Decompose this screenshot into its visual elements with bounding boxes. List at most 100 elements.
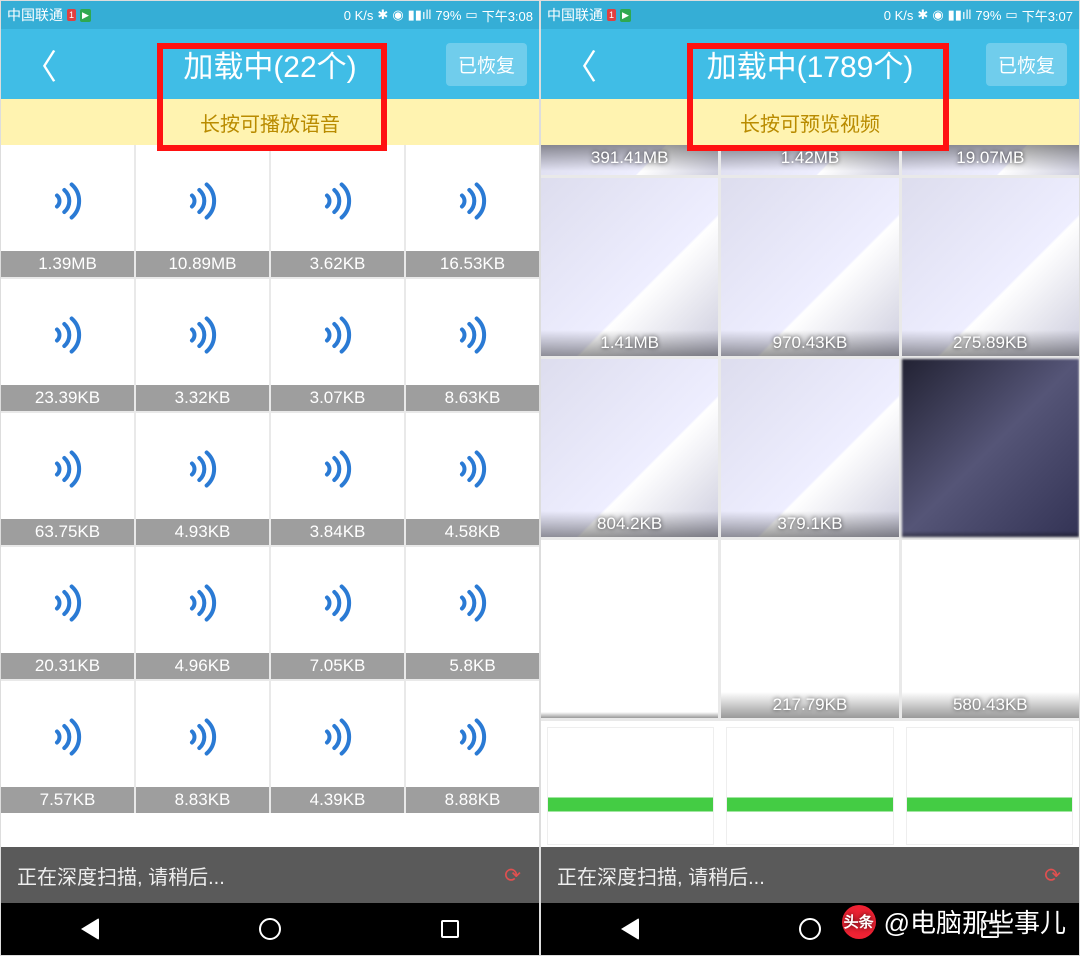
nav-home-icon[interactable] (259, 918, 281, 940)
audio-item[interactable]: 23.39KB (1, 279, 134, 411)
sound-wave-icon (181, 581, 225, 635)
audio-item[interactable]: 5.8KB (406, 547, 539, 679)
video-item[interactable]: 970.43KB (721, 178, 898, 356)
audio-size-label: 20.31KB (1, 653, 134, 679)
watermark-text: @电脑那些事儿 (884, 903, 1066, 940)
video-item[interactable]: 275.89KB (902, 178, 1079, 356)
audio-item[interactable]: 3.62KB (271, 145, 404, 277)
video-item[interactable]: 1.42MB (721, 145, 898, 175)
video-item[interactable] (902, 359, 1079, 537)
sound-wave-icon (316, 313, 360, 367)
video-item[interactable]: 217.79KB (721, 540, 898, 718)
video-size-label: 217.79KB (721, 692, 898, 718)
sound-wave-icon (316, 715, 360, 769)
audio-item[interactable]: 8.63KB (406, 279, 539, 411)
audio-item[interactable]: 7.57KB (1, 681, 134, 813)
wifi-icon: ◉ (932, 7, 943, 23)
video-item[interactable]: 391.41MB (541, 145, 718, 175)
phone-left: 中国联通 1 ▶ 0 K/s ✱ ◉ ▮▮ıll 79% ▭ 下午3:08 〈 … (0, 0, 540, 956)
audio-grid-area: 1.39MB10.89MB3.62KB16.53KB 23.39KB3.32KB3… (1, 145, 539, 847)
video-item[interactable] (541, 540, 718, 718)
sound-wave-icon (181, 313, 225, 367)
audio-size-label: 4.39KB (271, 787, 404, 813)
clock: 下午3:07 (1022, 6, 1073, 25)
audio-size-label: 1.39MB (1, 251, 134, 277)
sound-wave-icon (46, 313, 90, 367)
spinner-icon: ⟳ (1044, 863, 1061, 888)
page-title: 加载中(22个) (183, 42, 356, 86)
back-button[interactable]: 〈 (553, 34, 607, 95)
audio-size-label: 3.62KB (271, 251, 404, 277)
sound-wave-icon (181, 715, 225, 769)
audio-item[interactable]: 4.93KB (136, 413, 269, 545)
back-button[interactable]: 〈 (13, 34, 67, 95)
audio-size-label: 5.8KB (406, 653, 539, 679)
status-bar: 中国联通 1 ▶ 0 K/s ✱ ◉ ▮▮ıll 79% ▭ 下午3:08 (1, 1, 539, 29)
audio-item[interactable]: 3.32KB (136, 279, 269, 411)
video-thumb (906, 727, 1073, 845)
sound-wave-icon (46, 715, 90, 769)
audio-item[interactable]: 8.83KB (136, 681, 269, 813)
video-item[interactable]: 19.07MB (902, 145, 1079, 175)
sound-wave-icon (316, 581, 360, 635)
audio-size-label: 63.75KB (1, 519, 134, 545)
nav-back-icon[interactable] (621, 918, 639, 940)
audio-item[interactable]: 4.39KB (271, 681, 404, 813)
sim-badge-1: 1 (67, 9, 76, 21)
audio-size-label: 4.58KB (406, 519, 539, 545)
audio-item[interactable]: 7.05KB (271, 547, 404, 679)
audio-item[interactable]: 3.07KB (271, 279, 404, 411)
audio-item[interactable]: 1.39MB (1, 145, 134, 277)
nav-home-icon[interactable] (799, 918, 821, 940)
audio-item[interactable]: 16.53KB (406, 145, 539, 277)
audio-item[interactable]: 63.75KB (1, 413, 134, 545)
video-size-label (541, 712, 718, 718)
audio-size-label: 3.07KB (271, 385, 404, 411)
sound-wave-icon (46, 179, 90, 233)
video-thumb (547, 727, 714, 845)
title-bar: 〈 加载中(1789个) 已恢复 (541, 29, 1079, 99)
hint-text: 长按可播放语音 (200, 108, 340, 137)
wifi-icon: ◉ (392, 7, 403, 23)
audio-size-label: 8.88KB (406, 787, 539, 813)
restored-button[interactable]: 已恢复 (986, 43, 1067, 86)
video-item[interactable]: 1.41MB (541, 178, 718, 356)
video-item[interactable]: 804.2KB (541, 359, 718, 537)
sound-wave-icon (451, 313, 495, 367)
audio-item[interactable]: 20.31KB (1, 547, 134, 679)
watermark-logo: 头条 (842, 905, 876, 939)
battery-pct: 79% (975, 8, 1001, 23)
hint-text: 长按可预览视频 (740, 108, 880, 137)
audio-size-label: 4.96KB (136, 653, 269, 679)
title-bar: 〈 加载中(22个) 已恢复 (1, 29, 539, 99)
video-size-label: 275.89KB (902, 330, 1079, 356)
audio-item[interactable]: 8.88KB (406, 681, 539, 813)
scan-status-bar: 正在深度扫描, 请稍后... ⟳ (541, 847, 1079, 903)
battery-icon: ▭ (465, 7, 477, 23)
video-size-label: 804.2KB (541, 511, 718, 537)
audio-size-label: 3.32KB (136, 385, 269, 411)
battery-pct: 79% (435, 8, 461, 23)
sound-wave-icon (316, 447, 360, 501)
audio-item[interactable]: 3.84KB (271, 413, 404, 545)
video-grid-area: 391.41MB 1.42MB 19.07MB 1.41MB 970.43KB … (541, 145, 1079, 847)
sound-wave-icon (181, 447, 225, 501)
video-item[interactable]: 580.43KB (902, 540, 1079, 718)
video-item[interactable] (541, 721, 1079, 847)
audio-item[interactable]: 4.96KB (136, 547, 269, 679)
restored-button[interactable]: 已恢复 (446, 43, 527, 86)
sim-badge-2: ▶ (620, 9, 631, 22)
video-thumb (726, 727, 893, 845)
nav-recent-icon[interactable] (441, 920, 459, 938)
status-bar: 中国联通 1 ▶ 0 K/s ✱ ◉ ▮▮ıll 79% ▭ 下午3:07 (541, 1, 1079, 29)
sound-wave-icon (46, 581, 90, 635)
nav-back-icon[interactable] (81, 918, 99, 940)
audio-item[interactable]: 4.58KB (406, 413, 539, 545)
audio-item[interactable]: 10.89MB (136, 145, 269, 277)
watermark: 头条 @电脑那些事儿 (842, 903, 1066, 940)
android-nav-bar (1, 903, 539, 955)
audio-size-label: 7.05KB (271, 653, 404, 679)
net-speed: 0 K/s (344, 8, 374, 23)
audio-size-label: 8.63KB (406, 385, 539, 411)
video-item[interactable]: 379.1KB (721, 359, 898, 537)
